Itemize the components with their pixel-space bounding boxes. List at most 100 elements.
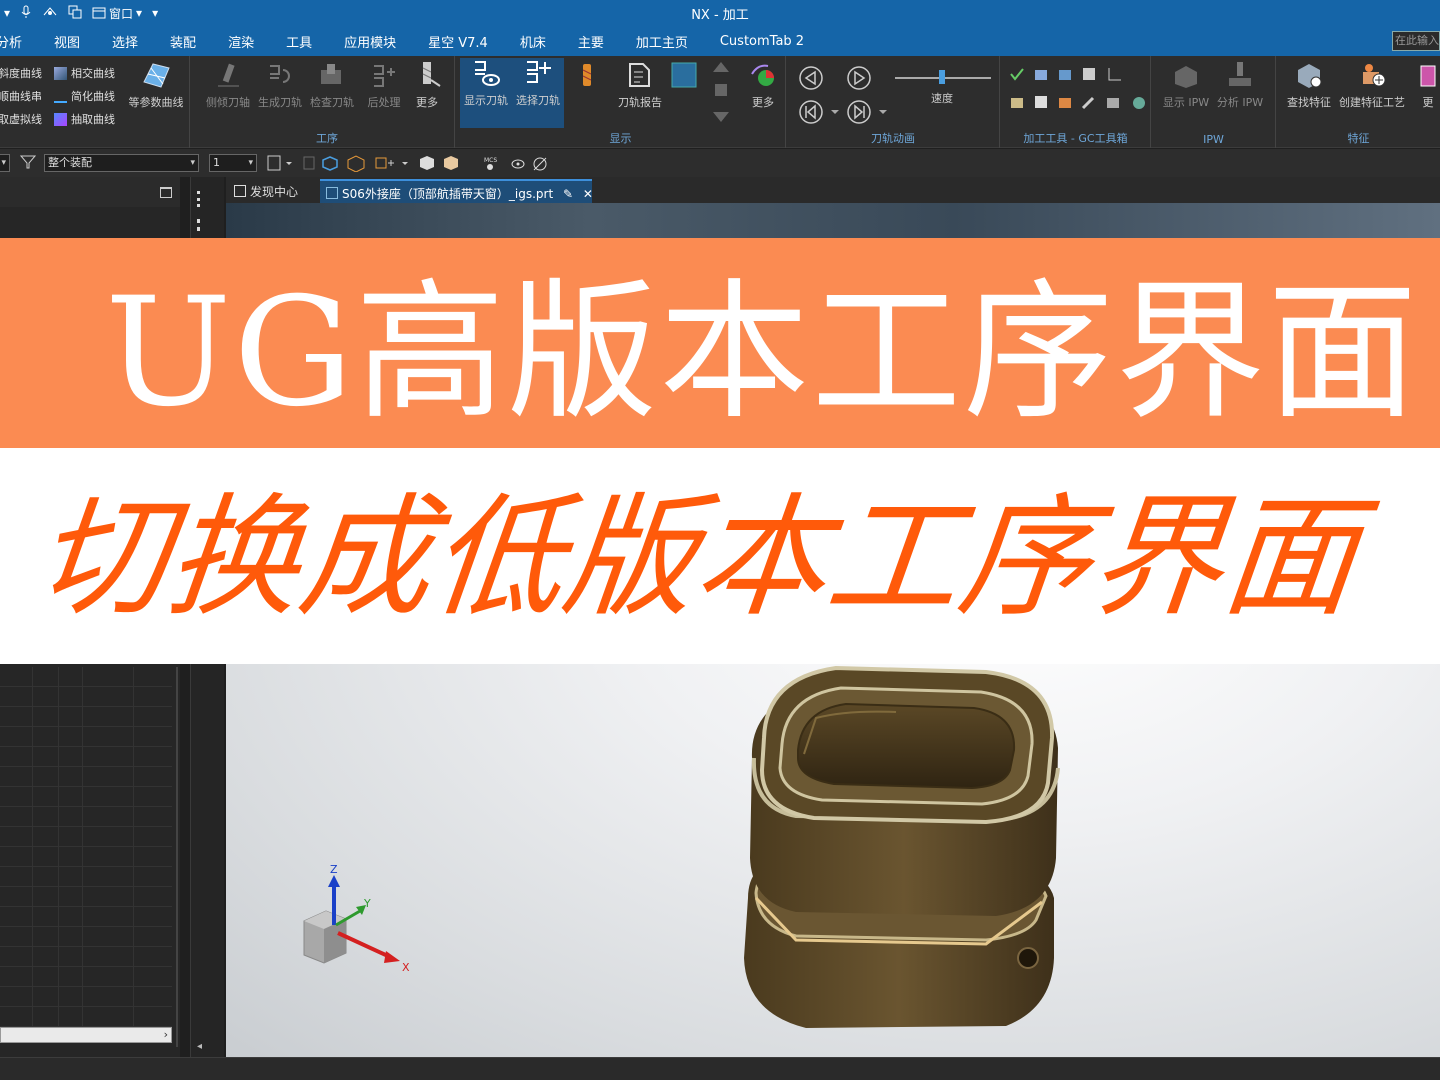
iso-curve-button[interactable]: 等参数曲线 xyxy=(126,60,186,110)
move-up-down-button[interactable] xyxy=(706,60,736,127)
ipw-block-icon xyxy=(1175,66,1197,88)
rewind-icon xyxy=(799,100,823,124)
menu-bar: 分析 视图 选择 装配 渲染 工具 应用模块 星空 V7.4 机床 主要 加工主… xyxy=(0,26,1440,56)
verify-toolpath-button[interactable]: 检查刀轨 xyxy=(306,60,358,110)
postprocess-button[interactable]: 后处理 xyxy=(358,60,410,110)
filter-icon[interactable] xyxy=(19,154,37,174)
snap-cross-icon xyxy=(375,157,394,169)
touch-mode-icon[interactable] xyxy=(42,5,58,22)
coordinate-triad: Z Y X xyxy=(303,863,410,974)
ribbon-item-simplify-curve[interactable]: 简化曲线 xyxy=(54,85,115,108)
hide-icon xyxy=(533,157,547,171)
animation-speed-slider[interactable] xyxy=(895,70,991,84)
doc-icon xyxy=(1035,96,1047,108)
tab-part-file-label: S06外接座（顶部航插带天窗）_igs.prt xyxy=(342,187,554,201)
menu-customtab2[interactable]: CustomTab 2 xyxy=(704,34,820,49)
display-blank-button[interactable] xyxy=(664,60,704,94)
menu-assembly[interactable]: 装配 xyxy=(154,32,212,51)
banner-headline: UG高版本工序界面 xyxy=(105,266,1420,440)
dropdown-arrow-icon[interactable]: ▾ xyxy=(4,6,10,20)
ribbon-group-operations: 侧倾刀轴 生成刀轨 检查刀轨 后处理 更多 工序 xyxy=(200,56,455,148)
generate-toolpath-icon xyxy=(270,65,290,83)
scroll-right-icon[interactable]: › xyxy=(164,1028,168,1041)
generate-toolpath-button[interactable]: 生成刀轨 xyxy=(254,60,306,110)
ribbon-group-gc-toolbox: 加工工具 - GC工具箱 xyxy=(1001,56,1151,148)
iso-curve-label: 等参数曲线 xyxy=(128,96,184,109)
menu-tools[interactable]: 工具 xyxy=(270,32,328,51)
curve-list-right: 相交曲线 简化曲线 抽取曲线 xyxy=(54,62,115,131)
ribbon-item-virtual-curve[interactable]: 取虚拟线 xyxy=(0,108,42,131)
tool-list-icon xyxy=(1011,98,1023,108)
window-title: NX - 加工 xyxy=(691,8,749,23)
analyze-ipw-button[interactable]: 分析 IPW xyxy=(1214,60,1266,110)
tool-display-button[interactable] xyxy=(568,60,608,94)
ribbon-item-extract-curve[interactable]: 抽取曲线 xyxy=(54,108,115,131)
menu-select[interactable]: 选择 xyxy=(96,32,154,51)
menu-machine[interactable]: 机床 xyxy=(504,32,562,51)
selection-scope-dropdown[interactable]: 整个装配 ▾ xyxy=(44,154,199,172)
show-toolpath-button[interactable]: 显示刀轨 xyxy=(460,58,512,128)
select-toolpath-button[interactable]: 选择刀轨 xyxy=(512,58,564,128)
menu-machining-home[interactable]: 加工主页 xyxy=(620,32,704,51)
tab-part-file[interactable]: S06外接座（顶部航插带天窗）_igs.prt ✎ ✕ xyxy=(320,179,593,203)
fast-forward-icon xyxy=(847,100,871,124)
triad-y-label: Y xyxy=(363,897,371,910)
ribbon-group-ipw: 显示 IPW 分析 IPW IPW xyxy=(1152,56,1276,148)
layer-dropdown[interactable]: 1 ▾ xyxy=(209,154,257,172)
maximize-icon[interactable] xyxy=(160,187,172,198)
window-menu[interactable]: 窗口 ▾ xyxy=(92,5,142,22)
toolpath-report-button[interactable]: 刀轨报告 xyxy=(612,60,668,110)
cube-solid-icon xyxy=(420,156,434,170)
menu-view[interactable]: 视图 xyxy=(38,32,96,51)
extract-curve-icon xyxy=(54,113,67,126)
operations-more-button[interactable]: 更多 xyxy=(404,60,450,110)
ribbon-item-follow-curve[interactable]: 顺曲线串 xyxy=(0,85,42,108)
iso-curve-icon xyxy=(143,63,170,88)
features-group-label: 特征 xyxy=(1347,132,1370,145)
globe-icon xyxy=(1133,97,1145,109)
gc-group-label: 加工工具 - GC工具箱 xyxy=(1023,132,1128,145)
command-search-input[interactable]: 在此输入 xyxy=(1392,31,1440,51)
layer-value: 1 xyxy=(213,156,220,169)
show-ipw-button[interactable]: 显示 IPW xyxy=(1160,60,1212,110)
resource-bar-icon-1[interactable] xyxy=(197,191,205,207)
microphone-icon[interactable] xyxy=(20,5,32,22)
slider-thumb[interactable] xyxy=(939,70,945,84)
menu-application[interactable]: 应用模块 xyxy=(328,32,412,51)
features-more-button[interactable]: 更 xyxy=(1413,60,1440,110)
wrench-icon xyxy=(1081,96,1095,110)
tab-discovery-center[interactable]: 发现中心 xyxy=(228,179,304,203)
close-icon[interactable]: ✕ xyxy=(583,187,593,201)
snap-hexagon-icon xyxy=(322,156,338,171)
horizontal-scrollbar[interactable]: › xyxy=(0,1027,172,1043)
customize-icon[interactable]: ▾ xyxy=(152,6,158,20)
tilt-tool-axis-button[interactable]: 侧倾刀轴 xyxy=(202,60,254,110)
modified-icon: ✎ xyxy=(563,187,574,201)
switch-window-icon[interactable] xyxy=(68,5,82,22)
curve-list-left: 斜度曲线 顺曲线串 取虚拟线 xyxy=(0,62,42,131)
ribbon-item-slope-curve[interactable]: 斜度曲线 xyxy=(0,62,42,85)
ribbon-item-intersect-curve[interactable]: 相交曲线 xyxy=(54,62,115,85)
display-more-button[interactable]: 更多 xyxy=(740,60,786,110)
filter-type-dropdown[interactable]: ▾ xyxy=(0,154,10,172)
discovery-icon xyxy=(234,185,246,197)
mcs-icon: MCS xyxy=(484,157,497,170)
cube-shaded-icon xyxy=(444,156,458,170)
resource-bar-icon-2[interactable] xyxy=(197,219,205,231)
gc-toolbox-icons xyxy=(1010,68,1145,110)
title-banner: UG高版本工序界面 xyxy=(0,238,1440,448)
find-feature-button[interactable]: 查找特征 xyxy=(1283,60,1335,110)
menu-render[interactable]: 渲染 xyxy=(212,32,270,51)
report-icon xyxy=(1083,68,1095,80)
create-feature-process-button[interactable]: 创建特征工艺 xyxy=(1339,60,1405,110)
menu-xingkong[interactable]: 星空 V7.4 xyxy=(412,32,504,51)
display-group-label: 显示 xyxy=(609,132,632,145)
collapse-left-icon[interactable]: ◂ xyxy=(197,1041,202,1052)
animation-controls xyxy=(799,66,887,124)
menu-analysis[interactable]: 分析 xyxy=(0,32,38,51)
title-bar: ▾ 窗口 ▾ ▾ NX - 加工 xyxy=(0,0,1440,26)
postprocess-icon xyxy=(374,65,395,87)
snap-toolbar-icons: MCS xyxy=(267,155,547,172)
menu-main[interactable]: 主要 xyxy=(562,32,620,51)
color-palette-icon xyxy=(751,64,774,86)
